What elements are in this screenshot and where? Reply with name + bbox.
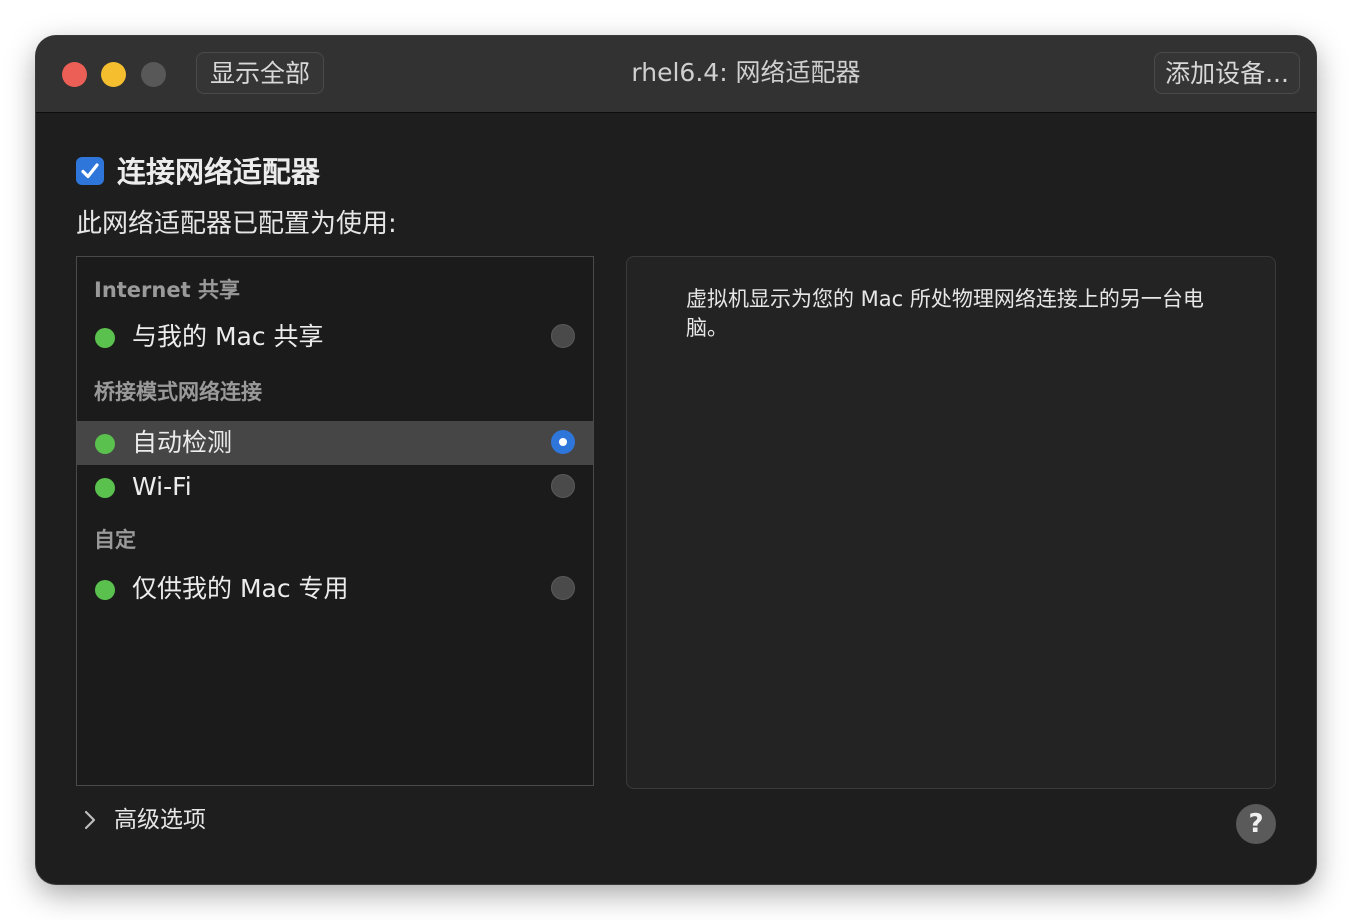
advanced-options-label: 高级选项 [114, 807, 206, 833]
help-button[interactable]: ? [1236, 804, 1276, 844]
close-window-button[interactable] [62, 62, 87, 87]
list-item-label: 与我的 Mac 共享 [132, 322, 324, 351]
status-dot-icon [95, 328, 115, 348]
section-header-bridged: 桥接模式网络连接 [94, 380, 262, 404]
section-header-internet-sharing: Internet 共享 [94, 278, 240, 302]
minimize-window-button[interactable] [101, 62, 126, 87]
list-item-label: Wi-Fi [132, 472, 192, 501]
list-item-label: 自动检测 [132, 428, 233, 457]
section-header-custom: 自定 [94, 528, 136, 552]
list-item-private-to-mac[interactable]: 仅供我的 Mac 专用 [77, 567, 593, 611]
chevron-right-icon [84, 810, 96, 830]
description-text: 虚拟机显示为您的 Mac 所处物理网络连接上的另一台电脑。 [686, 287, 1204, 340]
radio-share-with-mac[interactable] [551, 324, 575, 348]
status-dot-icon [95, 478, 115, 498]
connect-adapter-label[interactable]: 连接网络适配器 [117, 154, 320, 190]
status-dot-icon [95, 434, 115, 454]
configured-for-label: 此网络适配器已配置为使用: [76, 209, 397, 239]
radio-wifi[interactable] [551, 474, 575, 498]
list-item-autodetect[interactable]: 自动检测 [77, 421, 593, 465]
zoom-window-button[interactable] [141, 62, 166, 87]
add-device-button[interactable]: 添加设备... [1154, 52, 1300, 94]
list-item-share-with-mac[interactable]: 与我的 Mac 共享 [77, 315, 593, 359]
radio-autodetect[interactable] [551, 430, 575, 454]
connect-adapter-checkbox[interactable] [76, 157, 104, 185]
connection-type-list: Internet 共享 与我的 Mac 共享 桥接模式网络连接 自动检测 Wi-… [76, 256, 594, 786]
titlebar: 显示全部 rhel6.4: 网络适配器 添加设备... [36, 36, 1316, 113]
radio-private-to-mac[interactable] [551, 576, 575, 600]
show-all-button[interactable]: 显示全部 [196, 52, 324, 94]
list-item-label: 仅供我的 Mac 专用 [132, 574, 349, 603]
window-title: rhel6.4: 网络适配器 [631, 58, 861, 87]
description-panel: 虚拟机显示为您的 Mac 所处物理网络连接上的另一台电脑。 [626, 256, 1276, 789]
status-dot-icon [95, 580, 115, 600]
checkbox-checked-icon [81, 163, 99, 179]
network-adapter-window: 显示全部 rhel6.4: 网络适配器 添加设备... 连接网络适配器 此网络适… [36, 36, 1316, 884]
list-item-wifi[interactable]: Wi-Fi [77, 465, 593, 509]
